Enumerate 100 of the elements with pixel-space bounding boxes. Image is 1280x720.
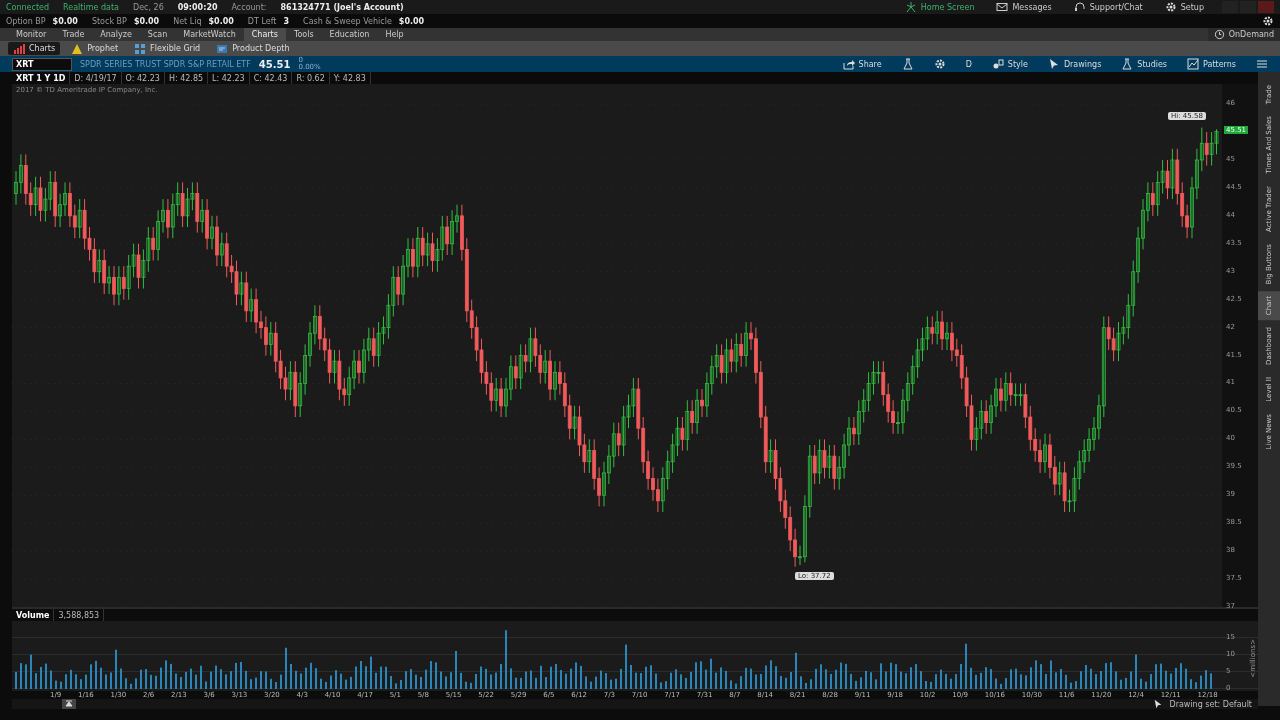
menu-tab[interactable]: Analyze bbox=[92, 28, 140, 41]
balance-value: $0.00 bbox=[52, 16, 78, 26]
candlestick bbox=[499, 377, 503, 418]
candlestick bbox=[690, 399, 695, 435]
candlestick bbox=[724, 338, 729, 384]
candlestick bbox=[332, 349, 337, 384]
top-link[interactable]: Home Screen bbox=[900, 1, 979, 13]
menu-tab[interactable]: Charts bbox=[243, 28, 286, 41]
balance-value: $0.00 bbox=[208, 16, 234, 26]
candlestick bbox=[832, 444, 837, 491]
collapse-button[interactable] bbox=[62, 699, 76, 709]
candlestick bbox=[249, 288, 254, 323]
drawing-set-label[interactable]: Drawing set: Default bbox=[1169, 699, 1252, 709]
settings-icon bbox=[933, 58, 946, 70]
top-link[interactable]: Support/Chat bbox=[1069, 1, 1147, 13]
candlestick bbox=[587, 438, 592, 474]
bar-chart-icon bbox=[13, 42, 25, 55]
candlestick bbox=[768, 438, 773, 474]
candlestick bbox=[371, 327, 376, 368]
candlestick bbox=[200, 198, 205, 234]
candlestick bbox=[420, 226, 425, 267]
candlestick bbox=[112, 265, 116, 306]
menu-tab[interactable]: Scan bbox=[139, 28, 176, 41]
balance-label: DT Left bbox=[247, 16, 277, 26]
candlestick bbox=[1057, 461, 1062, 496]
symbol-field[interactable]: XRT bbox=[12, 57, 72, 71]
menu-tab[interactable]: Help bbox=[377, 28, 412, 41]
candlestick bbox=[523, 343, 528, 373]
date-text: Dec, 26 bbox=[132, 2, 164, 12]
candlestick bbox=[572, 405, 577, 440]
menu-tab[interactable]: Monitor bbox=[8, 28, 55, 41]
candlestick bbox=[425, 232, 430, 267]
candlestick bbox=[1008, 371, 1013, 407]
balance-value: 3 bbox=[283, 16, 290, 26]
candlestick bbox=[288, 360, 293, 401]
person-icon bbox=[904, 1, 917, 13]
candlestick bbox=[1111, 327, 1116, 362]
top-link[interactable]: Setup bbox=[1160, 1, 1208, 13]
candlestick bbox=[33, 176, 38, 217]
balance-label: Option BP bbox=[6, 16, 46, 26]
candlestick bbox=[180, 181, 185, 228]
candlestick bbox=[685, 399, 690, 452]
menu-tab[interactable]: Trade bbox=[54, 28, 93, 41]
candlestick bbox=[945, 321, 949, 351]
collapse-icon bbox=[65, 700, 73, 708]
candlestick bbox=[734, 332, 739, 373]
chart-tool-button[interactable]: Patterns bbox=[1181, 57, 1242, 71]
chart-tool-button[interactable]: Drawings bbox=[1041, 57, 1108, 71]
candlestick bbox=[729, 338, 734, 373]
cursor-icon[interactable] bbox=[1153, 699, 1164, 709]
candlestick bbox=[999, 377, 1003, 412]
top-link[interactable]: Messages bbox=[992, 1, 1056, 13]
balance-label: Cash & Sweep Vehicle bbox=[303, 16, 392, 26]
candlestick bbox=[513, 355, 518, 390]
share-icon bbox=[842, 58, 855, 70]
chart-tool-button[interactable]: Studies bbox=[1115, 57, 1174, 71]
last-price: 45.51 bbox=[258, 58, 291, 70]
balance-value: $0.00 bbox=[133, 16, 160, 26]
chart-tool-button[interactable]: Style bbox=[985, 57, 1034, 71]
candlestick bbox=[1003, 371, 1008, 412]
ondemand-button[interactable]: OnDemand bbox=[1207, 28, 1280, 41]
candlestick bbox=[1043, 433, 1047, 474]
candlestick bbox=[940, 310, 944, 351]
connection-status: Connected bbox=[6, 2, 50, 12]
sub-tab[interactable]: Flexible Grid bbox=[129, 42, 206, 55]
account-label: Account: bbox=[231, 2, 267, 12]
candlestick bbox=[1165, 159, 1170, 200]
menu-tab[interactable]: MarketWatch bbox=[175, 28, 244, 41]
candlestick bbox=[1170, 148, 1175, 200]
candlestick bbox=[411, 237, 415, 278]
candlestick bbox=[268, 321, 273, 357]
time-text: 09:00:20 bbox=[177, 2, 218, 12]
candlestick bbox=[930, 315, 935, 345]
candlestick bbox=[984, 399, 989, 435]
candlestick bbox=[239, 271, 244, 306]
chart-tool-button[interactable]: D bbox=[959, 57, 978, 71]
candlestick bbox=[719, 343, 724, 384]
settings-icon bbox=[1164, 1, 1177, 13]
symbol-description: SPDR SERIES TRUST SPDR S&P RETAIL ETF bbox=[80, 59, 251, 69]
mail-icon bbox=[996, 1, 1009, 13]
sub-tab[interactable]: Charts bbox=[8, 42, 61, 55]
sub-tab[interactable]: Prophet bbox=[66, 42, 124, 55]
sub-tab[interactable]: Product Depth bbox=[211, 42, 295, 55]
candlestick bbox=[543, 349, 548, 384]
candlestick bbox=[739, 332, 744, 368]
chart-tool-button[interactable]: Share bbox=[836, 57, 888, 71]
candlestick bbox=[812, 444, 817, 485]
menu-tab[interactable]: Tools bbox=[285, 28, 322, 41]
balance-value: $0.00 bbox=[398, 16, 425, 26]
candlestick bbox=[430, 232, 435, 273]
candlestick bbox=[445, 215, 450, 256]
settings-icon bbox=[1262, 15, 1274, 27]
candlestick bbox=[77, 198, 82, 239]
candlestick bbox=[680, 416, 685, 452]
candlestick bbox=[852, 416, 856, 446]
menu-tab[interactable]: Education bbox=[321, 28, 378, 41]
account-name[interactable]: 861324771 (Joel's Account) bbox=[280, 2, 404, 12]
style-icon bbox=[991, 58, 1004, 70]
candlestick bbox=[151, 226, 156, 262]
candlestick bbox=[38, 176, 43, 222]
